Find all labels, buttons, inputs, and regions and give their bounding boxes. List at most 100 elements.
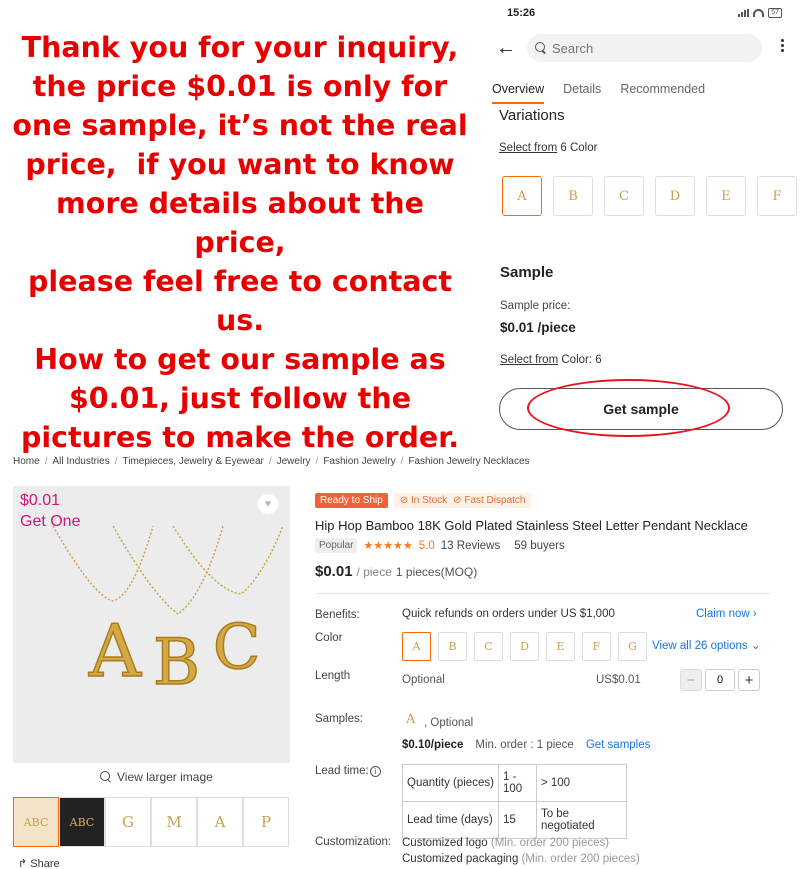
table-cell: Quantity (pieces) (402, 764, 499, 802)
color-swatch[interactable]: F (582, 632, 611, 661)
status-time: 15:26 (507, 7, 536, 19)
price-unit: / piece (356, 565, 392, 579)
quantity-input[interactable] (705, 669, 735, 691)
gallery-price: $0.01 (20, 492, 61, 509)
notice-line: please feel free to contact (28, 265, 452, 298)
share-button[interactable]: ↱ Share (18, 857, 60, 869)
custom-packaging: Customized packaging (402, 853, 519, 865)
sample-select-from: Select from Color: 6 (500, 354, 602, 366)
color-swatch[interactable]: E (546, 632, 575, 661)
in-stock-label: ⊘ In Stock (399, 494, 448, 506)
customization-label: Customization: (315, 836, 392, 848)
gallery-price-overlay: $0.01 Get One (20, 490, 80, 532)
sample-select-link[interactable]: Select from (500, 354, 558, 366)
variation-swatch[interactable]: A (502, 176, 542, 216)
variation-swatch[interactable]: F (757, 176, 797, 216)
sample-select-count: Color: 6 (558, 354, 602, 366)
color-swatch[interactable]: A (402, 632, 431, 661)
thumbnail[interactable]: G (105, 797, 151, 847)
breadcrumb-necklaces[interactable]: Fashion Jewelry Necklaces (408, 456, 529, 467)
notice-line: $0.01, just follow the (68, 382, 412, 415)
mobile-variation-swatches: A B C D E F (502, 176, 797, 216)
breadcrumb-all-industries[interactable]: All Industries (52, 456, 109, 467)
thumbnail[interactable]: A (197, 797, 243, 847)
signal-icon (738, 9, 750, 17)
info-icon[interactable]: i (369, 766, 381, 777)
notice-line: us. (215, 304, 265, 337)
select-from-link[interactable]: Select from (499, 142, 557, 154)
view-all-options-link[interactable]: View all 26 options ⌄ (652, 638, 761, 652)
star-rating-icon: ★★★★★ (363, 540, 413, 552)
sample-thumbnail: A (406, 712, 416, 727)
sample-price-label: Sample price: (500, 300, 571, 312)
mobile-tabs: Overview Details Recommended (492, 82, 724, 104)
sample-title: Sample (500, 264, 554, 281)
get-samples-link[interactable]: Get samples (586, 739, 651, 751)
buyers-count: 59 buyers (514, 539, 565, 552)
variations-title: Variations (499, 107, 565, 124)
thumbnail[interactable]: M (151, 797, 197, 847)
breadcrumb-timepieces[interactable]: Timepieces, Jewelry & Eyewear (123, 456, 264, 467)
back-arrow-icon[interactable]: ← (496, 37, 516, 59)
table-cell: To be negotiated (535, 801, 627, 839)
mobile-screenshot: 15:26 57 ← Overview Details Recommended … (482, 0, 800, 445)
lead-time-label: Lead time: i (315, 765, 381, 777)
table-cell: Lead time (days) (402, 801, 499, 839)
view-larger-label: View larger image (117, 770, 213, 784)
thumbnail[interactable]: ABC (59, 797, 105, 847)
color-swatch[interactable]: D (510, 632, 539, 661)
benefits-text: Quick refunds on orders under US $1,000 (402, 608, 615, 620)
notice-line: price, if you want to know (25, 148, 455, 181)
breadcrumb-home[interactable]: Home (13, 456, 40, 467)
variation-swatch[interactable]: E (706, 176, 746, 216)
tab-recommended[interactable]: Recommended (620, 82, 714, 104)
heart-icon[interactable]: ♥ (258, 494, 278, 514)
svg-text:A: A (88, 609, 142, 693)
notice-line: pictures to make the order. (20, 421, 460, 454)
fast-dispatch-label: ⊘ Fast Dispatch (453, 494, 526, 506)
breadcrumb-fashion-jewelry[interactable]: Fashion Jewelry (323, 456, 395, 467)
product-main-image[interactable]: A B C $0.01 Get One ♥ (13, 486, 290, 763)
decrement-button[interactable]: − (680, 669, 702, 691)
status-bar: 15:26 57 (482, 0, 800, 28)
mobile-search-box[interactable] (527, 34, 762, 62)
reviews-link[interactable]: 13 Reviews (441, 540, 500, 552)
custom-logo: Customized logo (402, 837, 488, 849)
color-swatch[interactable]: C (474, 632, 503, 661)
magnifier-icon (100, 771, 112, 783)
more-options-icon[interactable] (781, 39, 784, 52)
get-sample-button[interactable]: Get sample (499, 388, 783, 430)
lead-time-table: Quantity (pieces) 1 - 100 > 100 Lead tim… (402, 764, 627, 839)
breadcrumb-jewelry[interactable]: Jewelry (277, 456, 311, 467)
variation-swatch[interactable]: C (604, 176, 644, 216)
popular-tag: Popular (315, 538, 358, 553)
product-info: Ready to Ship ⊘ In Stock ⊘ Fast Dispatch… (315, 492, 785, 594)
mobile-search-input[interactable] (552, 40, 742, 56)
svg-text:B: B (153, 626, 200, 700)
custom-packaging-line: Customized packaging (Min. order 200 pie… (402, 853, 640, 865)
tab-details[interactable]: Details (563, 82, 610, 104)
variation-swatch[interactable]: D (655, 176, 695, 216)
thumbnail[interactable]: P (243, 797, 289, 847)
share-label: Share (30, 858, 60, 869)
notice-line: more details about the price, (56, 187, 424, 259)
thumbnail[interactable]: ABC (13, 797, 59, 847)
table-row: Quantity (pieces) 1 - 100 > 100 (402, 764, 627, 802)
notice-line: the price $0.01 is only for (32, 70, 448, 103)
increment-button[interactable]: + (738, 669, 760, 691)
variation-swatch[interactable]: B (553, 176, 593, 216)
table-row: Lead time (days) 15 To be negotiated (402, 801, 627, 839)
claim-now-link[interactable]: Claim now › (696, 608, 757, 620)
benefits-label: Benefits: (315, 609, 360, 621)
notice-line: one sample, it’s not the real (12, 109, 468, 142)
color-swatch[interactable]: G (618, 632, 647, 661)
sample-price: $0.01 /piece (500, 320, 576, 335)
samples-price: $0.10/piece (402, 739, 464, 751)
view-larger-image-link[interactable]: View larger image (100, 770, 213, 784)
mobile-topbar: ← (482, 34, 800, 64)
battery-icon: 57 (768, 8, 782, 18)
tab-overview[interactable]: Overview (492, 82, 545, 104)
moq: 1 pieces(MOQ) (395, 565, 478, 579)
table-cell: 1 - 100 (497, 764, 537, 802)
color-swatch[interactable]: B (438, 632, 467, 661)
